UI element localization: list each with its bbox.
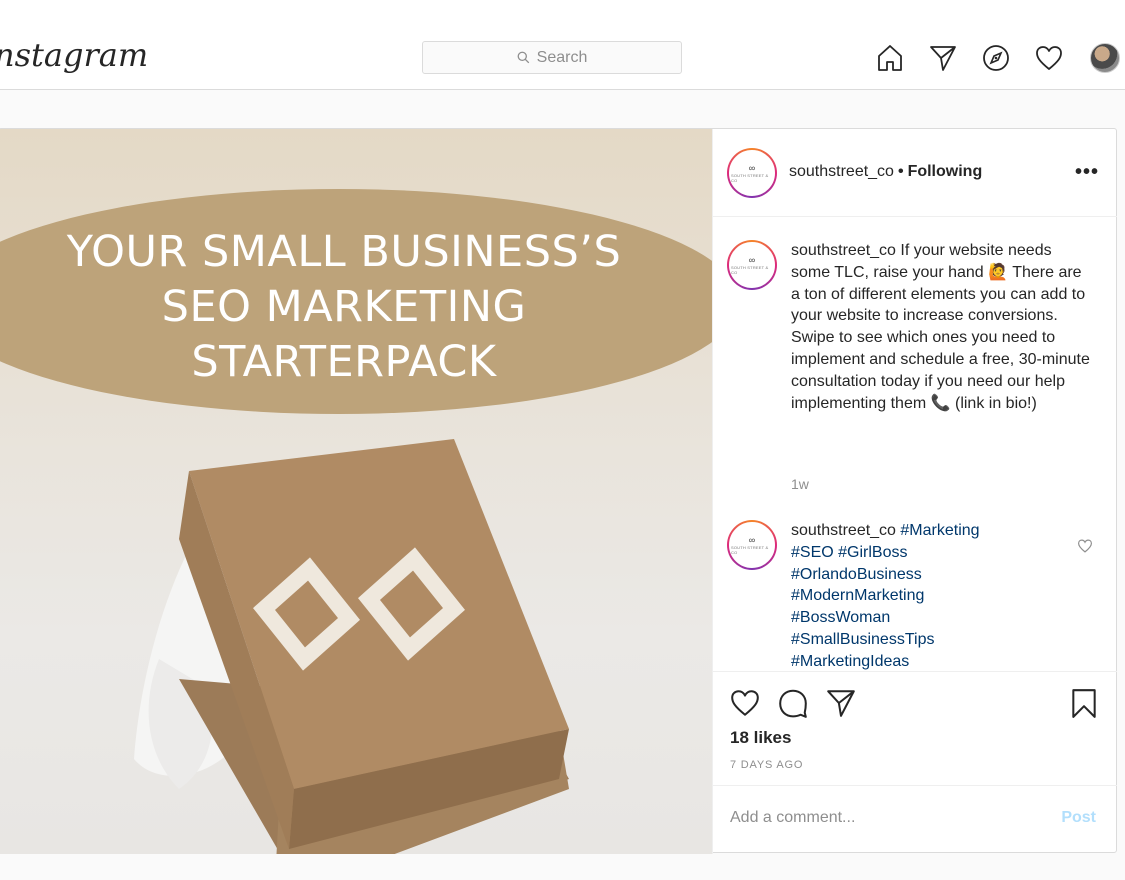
profile-avatar[interactable] xyxy=(1090,43,1120,73)
hashtag-link[interactable]: #OrlandoBusiness xyxy=(791,566,922,583)
comments-list[interactable]: ∞ SOUTH STREET & CO southstreet_co If you… xyxy=(713,218,1117,670)
caption-time[interactable]: 1w xyxy=(791,476,809,492)
hashtag-link[interactable]: #MarketingIdeas xyxy=(791,653,909,670)
author-username[interactable]: southstreet_co xyxy=(789,163,894,180)
hashtag-link[interactable]: #SEO xyxy=(791,544,834,561)
headline-line-1: YOUR SMALL BUSINESS’S xyxy=(66,227,622,277)
post-image[interactable]: YOUR SMALL BUSINESS’S SEO MARKETING STAR… xyxy=(0,129,712,854)
brand-logo-icon: ∞ xyxy=(748,162,756,173)
headline-text: YOUR SMALL BUSINESS’S SEO MARKETING STAR… xyxy=(0,225,689,390)
direct-icon[interactable] xyxy=(925,40,961,76)
save-bookmark-icon[interactable] xyxy=(1068,687,1100,719)
likes-count[interactable]: 18 likes xyxy=(730,728,791,748)
top-navigation-bar: nstagram Search xyxy=(0,0,1125,90)
activity-heart-icon[interactable] xyxy=(1031,40,1067,76)
separator-dot: • xyxy=(897,163,904,180)
caption-body: If your website needs some TLC, raise yo… xyxy=(791,242,1090,412)
hashtag-link[interactable]: #ModernMarketing xyxy=(791,587,924,604)
comment-text: southstreet_co #Marketing #SEO #GirlBoss… xyxy=(791,520,1091,670)
comment-avatar[interactable]: ∞ SOUTH STREET & CO xyxy=(727,520,777,570)
hashtag-link[interactable]: #SmallBusinessTips xyxy=(791,631,934,648)
author-avatar[interactable]: ∞ SOUTH STREET & CO xyxy=(727,148,777,198)
following-button[interactable]: Following xyxy=(908,163,983,180)
post-header: ∞ SOUTH STREET & CO southstreet_co • Follow… xyxy=(713,129,1117,217)
hashtag-link[interactable]: #Marketing xyxy=(900,522,979,539)
post-comment-button[interactable]: Post xyxy=(1061,809,1096,827)
explore-icon[interactable] xyxy=(978,40,1014,76)
post-sidebar: ∞ SOUTH STREET & CO southstreet_co • Follow… xyxy=(712,129,1117,854)
like-heart-icon[interactable] xyxy=(729,687,761,719)
hashtag-link[interactable]: #GirlBoss xyxy=(838,544,907,561)
search-placeholder: Search xyxy=(536,48,588,66)
comment-username[interactable]: southstreet_co xyxy=(791,522,896,539)
kraft-box-illustration xyxy=(134,439,569,854)
more-options-icon[interactable]: ••• xyxy=(1075,161,1099,184)
add-comment-bar: Post xyxy=(713,785,1117,854)
brand-logo-text: SOUTH STREET & CO xyxy=(731,264,769,275)
brand-logo-icon: ∞ xyxy=(748,534,756,545)
post-timestamp[interactable]: 7 DAYS AGO xyxy=(730,759,803,771)
comment-like-heart-icon[interactable] xyxy=(1077,538,1093,554)
brand-logo-icon: ∞ xyxy=(748,254,756,265)
instagram-logo[interactable]: nstagram xyxy=(0,36,148,74)
comment-input[interactable] xyxy=(730,806,1030,830)
hashtag-link[interactable]: #BossWoman xyxy=(791,609,890,626)
search-input[interactable]: Search xyxy=(422,41,682,74)
headline-line-2: SEO MARKETING xyxy=(161,282,527,332)
caption-text: southstreet_co If your website needs som… xyxy=(791,240,1091,414)
caption-avatar[interactable]: ∞ SOUTH STREET & CO xyxy=(727,240,777,290)
headline-line-3: STARTERPACK xyxy=(191,337,497,387)
search-icon xyxy=(517,51,529,64)
share-direct-icon[interactable] xyxy=(825,687,857,719)
nav-icons xyxy=(872,40,1084,76)
post-card: YOUR SMALL BUSINESS’S SEO MARKETING STAR… xyxy=(0,128,1117,854)
caption-username[interactable]: southstreet_co xyxy=(791,242,896,259)
post-actions: 18 likes 7 DAYS AGO xyxy=(713,671,1117,785)
comment-bubble-icon[interactable] xyxy=(777,687,809,719)
author-line: southstreet_co • Following xyxy=(789,163,982,181)
home-icon[interactable] xyxy=(872,40,908,76)
brand-logo-text: SOUTH STREET & CO xyxy=(731,544,769,555)
brand-logo-text: SOUTH STREET & CO xyxy=(731,172,769,183)
